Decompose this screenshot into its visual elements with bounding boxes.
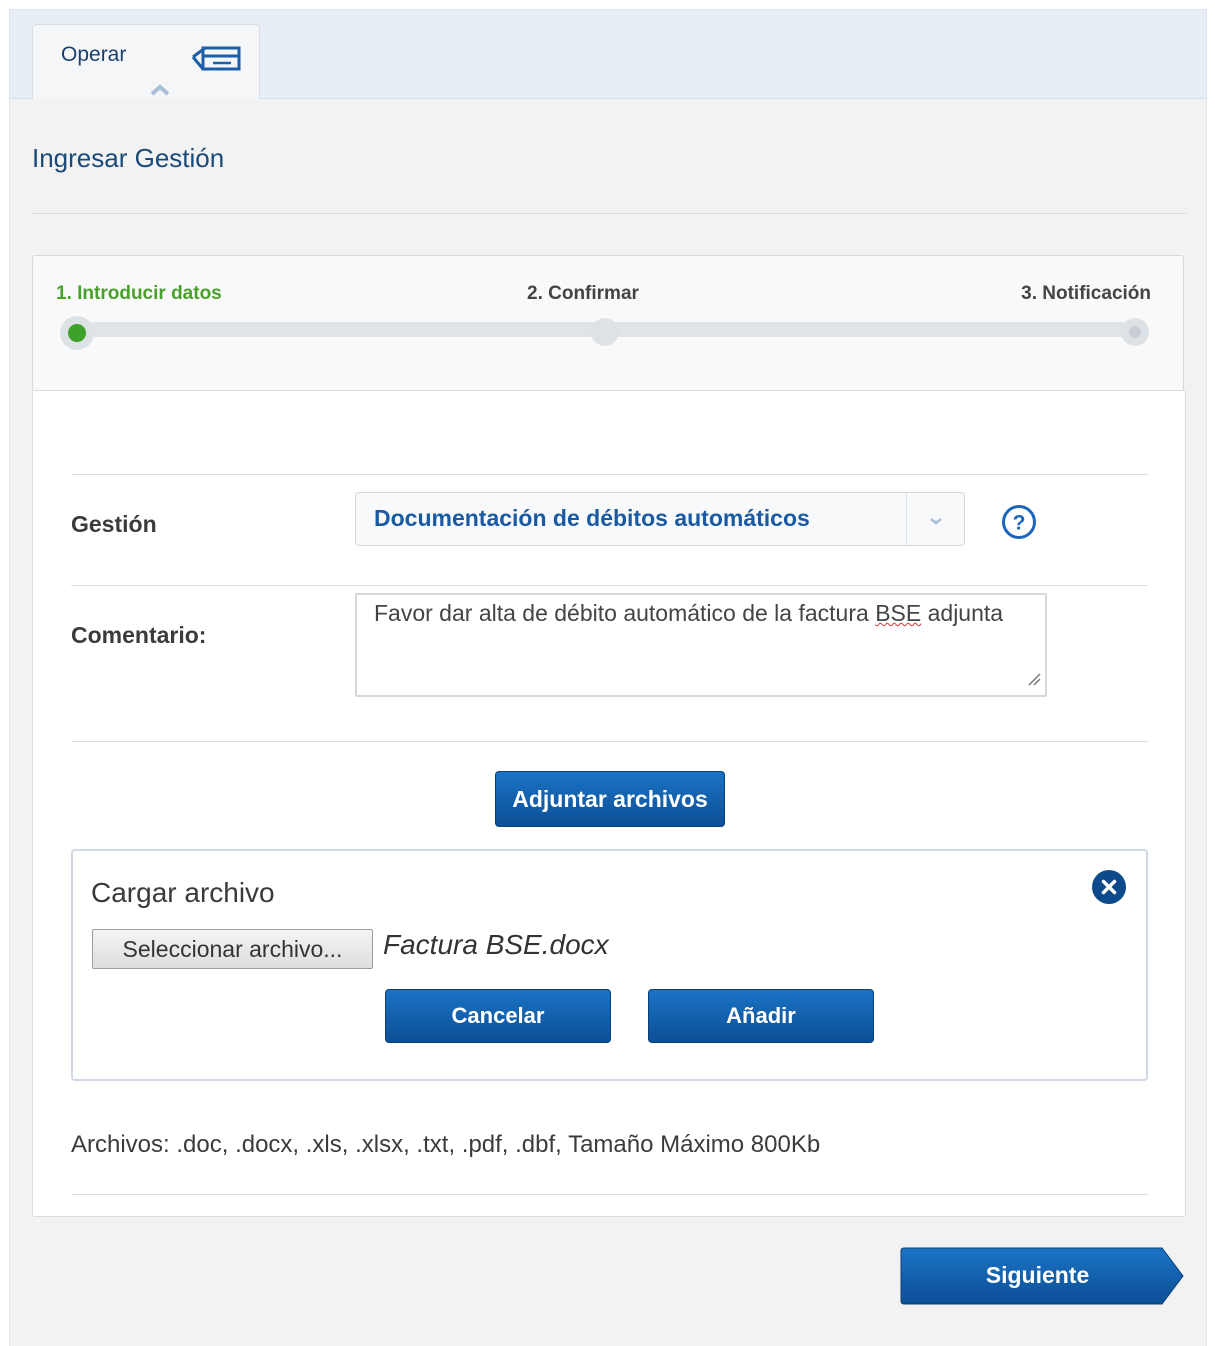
file-types-note: Archivos: .doc, .docx, .xls, .xlsx, .txt… [71, 1131, 821, 1158]
gestion-select[interactable]: Documentación de débitos automáticos [355, 492, 965, 546]
step-label-1: 1. Introducir datos [56, 283, 222, 304]
comment-label: Comentario: [71, 622, 207, 648]
chevron-down-icon [928, 513, 944, 531]
divider [71, 741, 1148, 742]
tab-operar[interactable]: Operar [32, 24, 260, 99]
divider [71, 1194, 1148, 1195]
upload-panel: Cargar archivo Seleccionar archivo... Fa… [71, 849, 1148, 1081]
form-card: Gestión Documentación de débitos automát… [32, 390, 1186, 1217]
step-dot-2 [591, 318, 619, 346]
step-label-3: 3. Notificación [1021, 283, 1151, 304]
step-label-2: 2. Confirmar [527, 283, 639, 304]
chevron-up-icon [149, 83, 171, 102]
attach-files-button[interactable]: Adjuntar archivos [495, 771, 725, 827]
next-button-label: Siguiente [985, 1262, 1090, 1288]
divider [71, 474, 1148, 475]
step-progress: 1. Introducir datos 2. Confirmar 3. Noti… [32, 255, 1184, 392]
select-divider [906, 493, 907, 545]
svg-text:?: ? [1013, 512, 1026, 535]
add-button[interactable]: Añadir [648, 989, 874, 1043]
page-title: Ingresar Gestión [32, 143, 225, 173]
divider [32, 213, 1186, 214]
upload-title: Cargar archivo [91, 877, 275, 908]
divider [71, 585, 1148, 586]
step-dot-3 [1121, 318, 1149, 346]
help-icon[interactable]: ? [1001, 504, 1037, 545]
comment-textarea[interactable]: Favor dar alta de débito automático de l… [355, 593, 1047, 697]
page-container: Operar Ingresar Gestión 1. Introducir da… [9, 9, 1207, 1346]
comment-text: Favor dar alta de débito automático de l… [374, 600, 1004, 626]
resize-grip-icon[interactable] [1027, 672, 1041, 691]
gestion-label: Gestión [71, 511, 157, 537]
select-file-button[interactable]: Seleccionar archivo... [92, 929, 373, 969]
tab-bar: Operar [10, 10, 1206, 99]
next-button[interactable]: Siguiente [900, 1247, 1185, 1310]
selected-file-name: Factura BSE.docx [383, 929, 609, 960]
card-icon [191, 45, 243, 78]
tab-label: Operar [61, 43, 127, 66]
close-icon[interactable] [1091, 869, 1127, 910]
cancel-button[interactable]: Cancelar [385, 989, 611, 1043]
step-dot-active [60, 316, 94, 350]
gestion-select-value: Documentación de débitos automáticos [374, 505, 810, 531]
